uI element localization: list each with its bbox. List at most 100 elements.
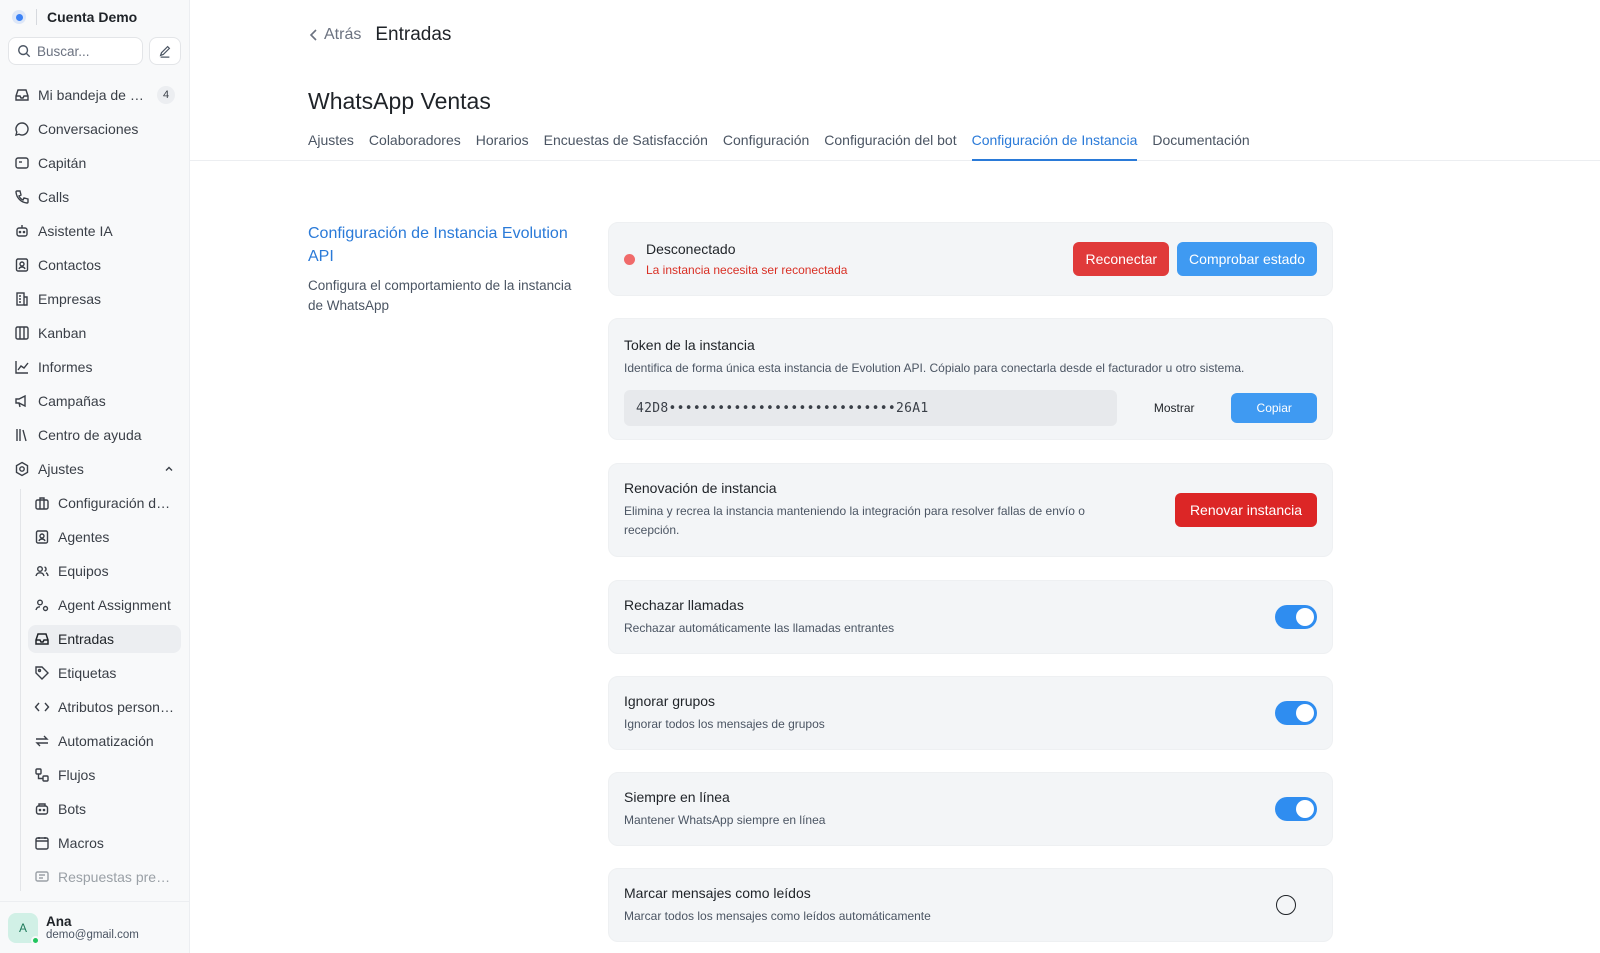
tab-instance-configuration[interactable]: Configuración de Instancia xyxy=(971,128,1138,161)
sidebar-item-reports[interactable]: Informes xyxy=(8,353,181,381)
sidebar-item-custom-attributes[interactable]: Atributos personalizados xyxy=(28,693,181,721)
sidebar-item-label: Capitán xyxy=(38,155,87,171)
section-info: Configuración de Instancia Evolution API… xyxy=(308,222,588,316)
sidebar-item-campaigns[interactable]: Campañas xyxy=(8,387,181,415)
kanban-icon xyxy=(15,326,29,340)
sidebar-item-label: Configuración de la cuenta xyxy=(58,495,175,511)
main-content: Atrás Entradas WhatsApp Ventas Ajustes C… xyxy=(190,0,1600,953)
sidebar-item-help-center[interactable]: Centro de ayuda xyxy=(8,421,181,449)
sidebar-item-captain[interactable]: Capitán xyxy=(8,149,181,177)
toggle-description: Marcar todos los mensajes como leídos au… xyxy=(624,908,931,923)
ignore-groups-toggle[interactable] xyxy=(1275,701,1317,725)
tab-documentation[interactable]: Documentación xyxy=(1152,128,1249,161)
canned-response-icon xyxy=(35,871,49,882)
sidebar-nav: Mi bandeja de entrada 4 Conversaciones C… xyxy=(0,81,189,891)
sidebar-item-label: Campañas xyxy=(38,393,106,409)
ignore-groups-card: Ignorar grupos Ignorar todos los mensaje… xyxy=(608,676,1333,750)
sidebar-item-account-settings[interactable]: Configuración de la cuenta xyxy=(28,489,181,517)
divider xyxy=(36,9,37,25)
renewal-title: Renovación de instancia xyxy=(624,480,777,496)
inbox-icon xyxy=(15,89,29,101)
sidebar-item-label: Macros xyxy=(58,835,104,851)
instance-token-card: Token de la instancia Identifica de form… xyxy=(608,318,1333,440)
sidebar-item-agent-assignment[interactable]: Agent Assignment xyxy=(28,591,181,619)
sidebar-item-conversations[interactable]: Conversaciones xyxy=(8,115,181,143)
status-title: Desconectado xyxy=(646,241,736,257)
search-input[interactable]: Buscar... xyxy=(8,37,143,65)
renewal-description: Elimina y recrea la instancia manteniend… xyxy=(624,504,1085,537)
sidebar-item-calls[interactable]: Calls xyxy=(8,183,181,211)
read-messages-card: Marcar mensajes como leídos Marcar todos… xyxy=(608,868,1333,942)
toggle-title: Ignorar grupos xyxy=(624,692,716,709)
bot-icon xyxy=(35,803,49,815)
sidebar-item-label: Asistente IA xyxy=(38,223,113,239)
search-icon xyxy=(18,45,31,58)
phone-icon xyxy=(15,190,29,204)
tab-bot-configuration[interactable]: Configuración del bot xyxy=(824,128,956,161)
megaphone-icon xyxy=(15,394,26,408)
back-button[interactable]: Atrás xyxy=(308,26,361,44)
sidebar-item-label: Empresas xyxy=(38,291,102,307)
tab-business-hours[interactable]: Horarios xyxy=(476,128,529,161)
sidebar-item-macros[interactable]: Macros xyxy=(28,829,181,857)
sidebar-item-contacts[interactable]: Contactos xyxy=(8,251,181,279)
always-online-toggle[interactable] xyxy=(1275,797,1317,821)
sidebar-item-label: Ajustes xyxy=(38,461,84,477)
sidebar-item-label: Bots xyxy=(58,801,87,817)
connection-status-card: Desconectado La instancia necesita ser r… xyxy=(608,222,1333,296)
reject-calls-toggle[interactable] xyxy=(1275,605,1317,629)
page-header: Atrás Entradas xyxy=(308,24,451,46)
sidebar-item-bots[interactable]: Bots xyxy=(28,795,181,823)
sidebar-item-agents[interactable]: Agentes xyxy=(28,523,181,551)
always-online-card: Siempre en línea Mantener WhatsApp siemp… xyxy=(608,772,1333,846)
bot-icon xyxy=(16,225,28,237)
sidebar-item-label: Atributos personalizados xyxy=(58,699,175,715)
avatar-initial: A xyxy=(18,920,27,935)
sidebar-item-companies[interactable]: Empresas xyxy=(8,285,181,313)
team-icon xyxy=(35,566,49,577)
settings-submenu: Configuración de la cuenta Agentes Equip… xyxy=(20,489,189,891)
toggle-description: Ignorar todos los mensajes de grupos xyxy=(624,716,825,731)
compose-button[interactable] xyxy=(149,37,181,65)
sidebar-item-kanban[interactable]: Kanban xyxy=(8,319,181,347)
tab-configuration[interactable]: Configuración xyxy=(723,128,809,161)
instance-renewal-card: Renovación de instancia Elimina y recrea… xyxy=(608,463,1333,557)
sidebar-item-label: Agent Assignment xyxy=(58,597,171,613)
automation-icon xyxy=(35,735,49,747)
sidebar-item-inbox[interactable]: Mi bandeja de entrada 4 xyxy=(8,81,181,109)
chevron-left-icon xyxy=(309,29,317,41)
account-switcher[interactable]: Cuenta Demo xyxy=(0,0,189,34)
sidebar-item-settings[interactable]: Ajustes xyxy=(8,455,181,483)
tab-settings[interactable]: Ajustes xyxy=(308,128,354,161)
read-messages-toggle[interactable] xyxy=(1276,895,1296,915)
check-status-button[interactable]: Comprobar estado xyxy=(1177,242,1317,276)
code-icon xyxy=(34,702,50,712)
copy-token-button[interactable]: Copiar xyxy=(1231,393,1317,423)
sidebar: Cuenta Demo Buscar... Mi bandeja de entr… xyxy=(0,0,190,953)
contacts-icon xyxy=(15,258,29,272)
token-field[interactable]: 42D8••••••••••••••••••••••••••••26A1 xyxy=(624,390,1117,426)
chart-icon xyxy=(15,361,29,374)
sidebar-item-flows[interactable]: Flujos xyxy=(28,761,181,789)
tab-csat[interactable]: Encuestas de Satisfacción xyxy=(544,128,708,161)
sidebar-item-labels[interactable]: Etiquetas xyxy=(28,659,181,687)
sidebar-item-label: Equipos xyxy=(58,563,109,579)
show-token-button[interactable]: Mostrar xyxy=(1131,393,1218,423)
renew-instance-button[interactable]: Renovar instancia xyxy=(1174,493,1317,527)
sidebar-item-ai-assistant[interactable]: Asistente IA xyxy=(8,217,181,245)
sidebar-item-label: Centro de ayuda xyxy=(38,427,142,443)
sidebar-item-automation[interactable]: Automatización xyxy=(28,727,181,755)
user-name: Ana xyxy=(46,914,72,929)
sidebar-item-canned-responses[interactable]: Respuestas predefinidas xyxy=(28,863,181,891)
user-profile[interactable]: A Ana demo@gmail.com xyxy=(0,901,189,953)
library-icon xyxy=(16,429,27,442)
toggle-title: Siempre en línea xyxy=(624,788,730,805)
tab-collaborators[interactable]: Colaboradores xyxy=(369,128,461,161)
avatar: A xyxy=(8,912,40,945)
sidebar-item-inboxes[interactable]: Entradas xyxy=(28,625,181,653)
reconnect-button[interactable]: Reconectar xyxy=(1073,242,1170,276)
sidebar-item-teams[interactable]: Equipos xyxy=(28,557,181,585)
sidebar-item-label: Calls xyxy=(38,189,70,205)
section-description: Configura el comportamiento de la instan… xyxy=(308,278,572,313)
macro-icon xyxy=(35,837,49,850)
